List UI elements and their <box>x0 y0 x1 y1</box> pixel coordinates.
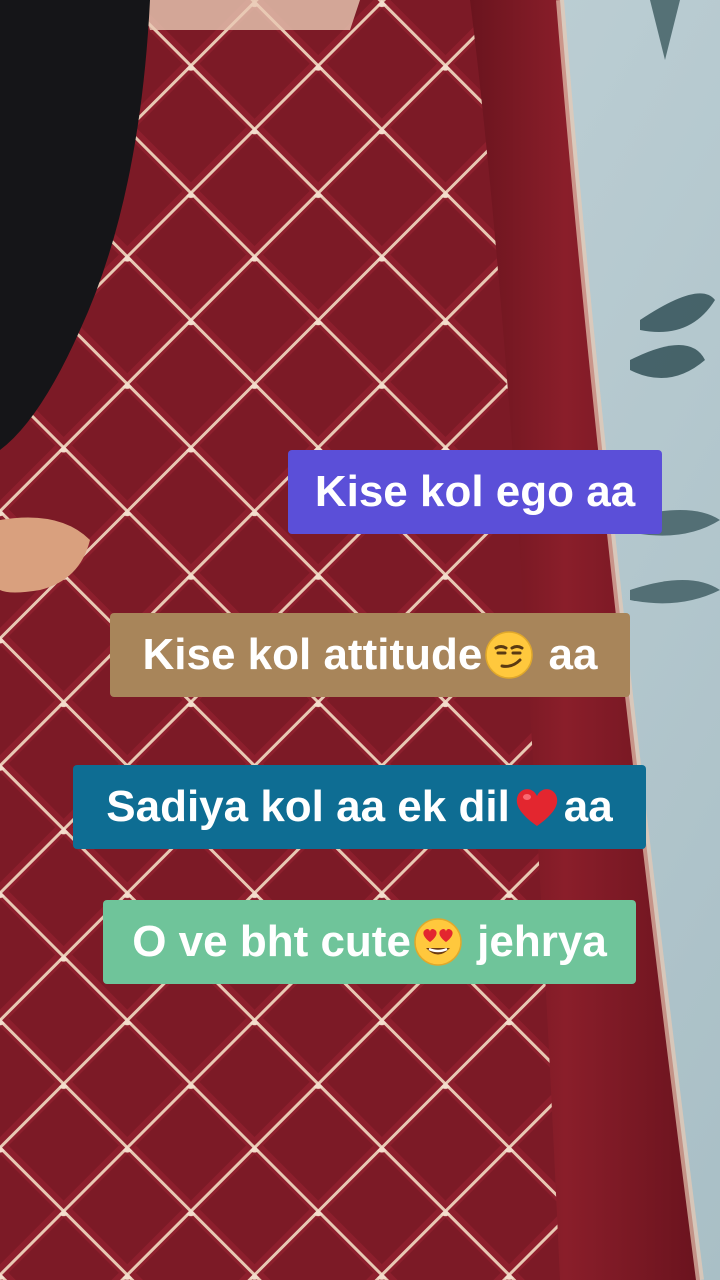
caption-dil-text: Sadiya kol aa ek dil <box>106 782 510 831</box>
caption-dil: Sadiya kol aa ek dil aa <box>73 765 646 849</box>
red-heart-emoji-icon <box>512 782 562 832</box>
caption-cute: O ve bht cute jehrya <box>103 900 636 984</box>
caption-ego-text: Kise kol ego aa <box>314 467 636 516</box>
caption-attitude-text: Kise kol attitude <box>142 630 483 679</box>
caption-dil-tail: aa <box>563 782 613 831</box>
caption-attitude-tail: aa <box>536 630 598 679</box>
story-frame: Kise kol ego aa Kise kol attitude aa Sad… <box>0 0 720 1280</box>
caption-cute-tail: jehrya <box>464 917 607 966</box>
caption-ego: Kise kol ego aa <box>288 450 662 534</box>
heart-eyes-emoji-icon <box>413 917 463 967</box>
caption-cute-text: O ve bht cute <box>132 917 411 966</box>
caption-attitude: Kise kol attitude aa <box>110 613 630 697</box>
smirking-face-emoji-icon <box>484 630 534 680</box>
